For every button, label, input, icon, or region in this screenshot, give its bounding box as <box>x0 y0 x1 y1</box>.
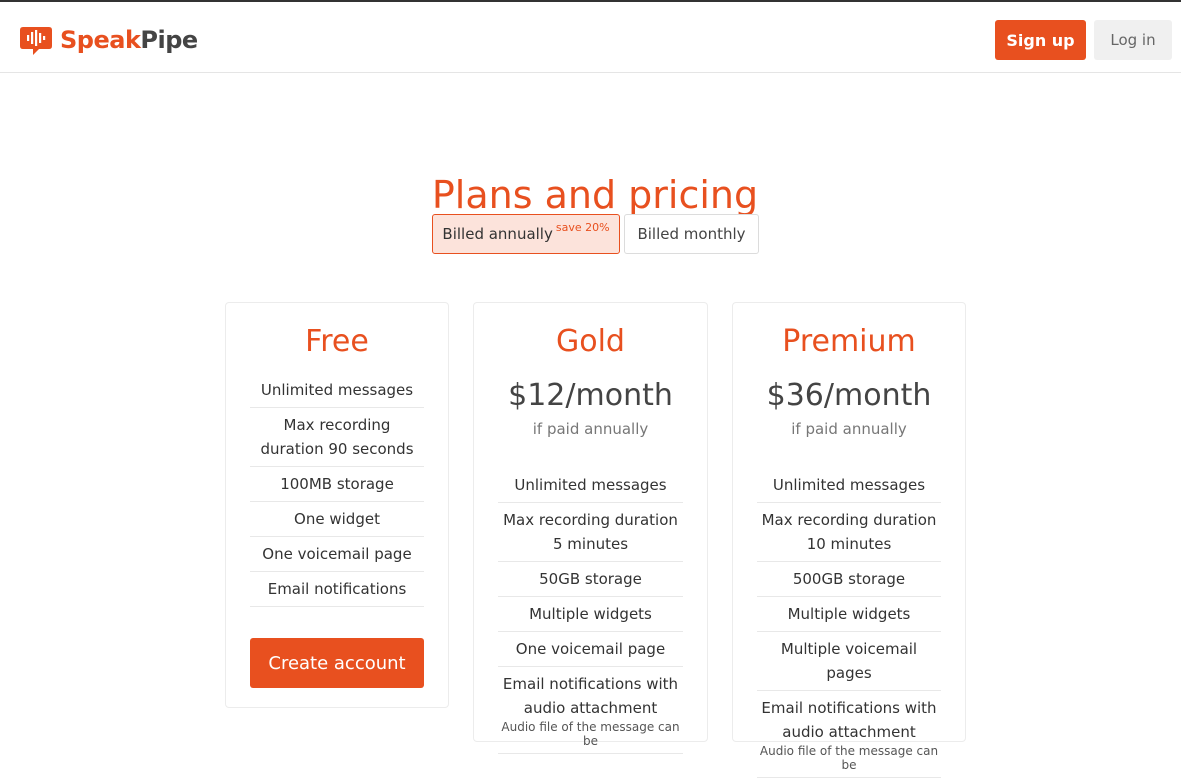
feature-list: Unlimited messages Max recording duratio… <box>757 468 941 778</box>
plan-name: Free <box>305 324 369 359</box>
feature-item: Multiple voicemail pages <box>757 632 941 691</box>
feature-item: Max recording duration 5 minutes <box>498 503 683 562</box>
billed-monthly-toggle[interactable]: Billed monthly <box>624 214 759 254</box>
billed-monthly-label: Billed monthly <box>637 225 746 243</box>
feature-text: Email notifications with audio attachmen… <box>761 699 937 741</box>
feature-item: Unlimited messages <box>757 468 941 503</box>
feature-list: Unlimited messages Max recording duratio… <box>498 468 683 754</box>
plan-card-gold: Gold $12/month if paid annually Unlimite… <box>473 302 708 754</box>
plan-card-free: Free Unlimited messages Max recording du… <box>225 302 449 708</box>
signup-button[interactable]: Sign up <box>995 20 1086 60</box>
feature-item: One voicemail page <box>498 632 683 667</box>
plan-name: Premium <box>782 324 916 359</box>
feature-item: 500GB storage <box>757 562 941 597</box>
feature-item: Multiple widgets <box>757 597 941 632</box>
logo-speak-text: Speak <box>60 26 141 54</box>
billed-annually-toggle[interactable]: Billed annually save 20% <box>432 214 620 254</box>
feature-item: 100MB storage <box>250 467 424 502</box>
plan-price: $12/month <box>508 378 673 413</box>
plan-name: Gold <box>556 324 625 359</box>
plan-price: $36/month <box>766 378 932 413</box>
logo-pipe-text: Pipe <box>140 26 198 54</box>
feature-note: Audio file of the message can be <box>759 744 939 772</box>
logo-wordmark: SpeakPipe <box>60 26 198 54</box>
feature-item: Max recording duration 10 minutes <box>757 503 941 562</box>
feature-item: Email notifications with audio attachmen… <box>498 667 683 754</box>
site-header: SpeakPipe Sign up Log in <box>0 2 1181 73</box>
feature-item: Unlimited messages <box>498 468 683 503</box>
feature-note: Audio file of the message can be <box>501 720 680 748</box>
feature-item: One widget <box>250 502 424 537</box>
feature-item: Email notifications with audio attachmen… <box>757 691 941 778</box>
price-note: if paid annually <box>791 420 907 438</box>
create-account-button[interactable]: Create account <box>250 638 424 688</box>
plan-card-premium: Premium $36/month if paid annually Unlim… <box>732 302 966 778</box>
feature-item: Email notifications <box>250 572 424 607</box>
billed-annually-label: Billed annually <box>442 225 553 243</box>
speakpipe-logo[interactable]: SpeakPipe <box>19 24 198 56</box>
feature-item: 50GB storage <box>498 562 683 597</box>
feature-item: One voicemail page <box>250 537 424 572</box>
feature-item: Max recording duration 90 seconds <box>250 408 424 467</box>
feature-list: Unlimited messages Max recording duratio… <box>250 373 424 607</box>
speakpipe-logo-icon <box>20 27 52 55</box>
login-button[interactable]: Log in <box>1094 20 1172 60</box>
feature-item: Unlimited messages <box>250 373 424 408</box>
feature-item: Multiple widgets <box>498 597 683 632</box>
price-note: if paid annually <box>532 420 649 438</box>
feature-text: Email notifications with audio attachmen… <box>502 675 679 717</box>
save-badge: save 20% <box>555 220 610 234</box>
